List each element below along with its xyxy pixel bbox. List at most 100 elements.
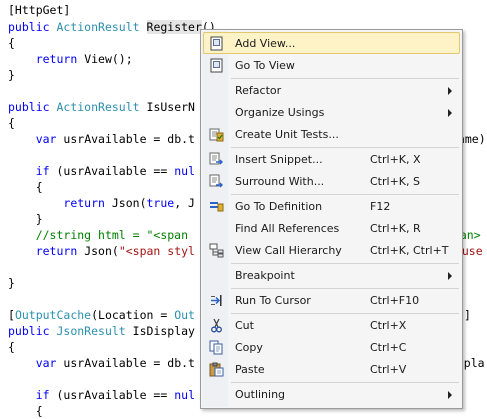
code-line-fragment: ] — [464, 307, 471, 323]
code-string: "<span styl — [118, 244, 195, 258]
code-text: Json( — [84, 244, 119, 258]
menu-item-label: Create Unit Tests... — [235, 128, 339, 141]
code-line: if (usrAvailable == nul — [8, 387, 195, 403]
code-line: return Json("<span styl — [8, 243, 195, 259]
menu-item-breakpoint[interactable]: Breakpoint — [203, 264, 460, 286]
code-type: ActionResult — [56, 100, 140, 114]
code-line: public ActionResult Register() — [8, 19, 216, 35]
menu-item-create-unit-tests[interactable]: Create Unit Tests... — [203, 123, 460, 145]
menu-item-refactor[interactable]: Refactor — [203, 79, 460, 101]
menu-item-surround-with[interactable]: Surround With... Ctrl+K, S — [203, 170, 460, 192]
menu-item-paste[interactable]: Paste Ctrl+V — [203, 358, 460, 380]
code-text: { — [35, 404, 43, 418]
menu-item-view-call-hierarchy[interactable]: View Call Hierarchy Ctrl+K, Ctrl+T — [203, 239, 460, 261]
submenu-arrow-icon — [448, 87, 452, 95]
menu-item-label: Breakpoint — [235, 269, 295, 282]
menu-item-shortcut: Ctrl+X — [370, 319, 407, 332]
menu-item-label: Cut — [235, 319, 254, 332]
menu-item-outlining[interactable]: Outlining — [203, 383, 460, 405]
run-to-cursor-icon — [211, 295, 222, 306]
code-text: } — [35, 212, 43, 226]
code-keyword: nul — [174, 388, 195, 402]
code-line: return View(); — [8, 51, 133, 67]
code-text: { — [8, 116, 15, 130]
code-line: { — [8, 35, 15, 51]
menu-item-go-to-view[interactable]: Go To View — [203, 54, 460, 76]
menu-item-label: Paste — [235, 363, 265, 376]
menu-item-label: Organize Usings — [235, 106, 325, 119]
code-text: [ — [8, 308, 15, 322]
code-keyword: return — [35, 52, 78, 66]
code-keyword: public — [8, 100, 50, 114]
menu-item-shortcut: Ctrl+V — [370, 363, 407, 376]
surround-with-icon — [209, 174, 223, 188]
scissors-icon — [211, 318, 222, 333]
menu-item-find-all-references[interactable]: Find All References Ctrl+K, R — [203, 217, 460, 239]
menu-item-shortcut: Ctrl+K, Ctrl+T — [370, 244, 449, 257]
copy-icon — [209, 340, 223, 355]
code-text: , J — [174, 196, 195, 210]
code-text: IsDisplay — [132, 324, 195, 338]
unit-test-icon — [209, 128, 224, 142]
menu-item-go-to-definition[interactable]: Go To Definition F12 — [203, 195, 460, 217]
code-line: } — [8, 275, 15, 291]
code-keyword: public — [8, 20, 50, 34]
go-to-definition-icon — [210, 202, 224, 212]
code-line: public ActionResult IsUserN — [8, 99, 195, 115]
code-text: ] — [464, 308, 471, 322]
menu-item-shortcut: F12 — [370, 200, 391, 213]
method-name-register: Register — [146, 20, 202, 34]
paste-icon — [209, 362, 224, 377]
code-keyword: return — [63, 196, 105, 210]
code-text: { — [8, 340, 15, 354]
menu-item-shortcut: Ctrl+K, R — [370, 222, 421, 235]
menu-item-label: Outlining — [235, 388, 286, 401]
code-keyword: var — [35, 132, 57, 146]
code-text: View(); — [84, 52, 133, 66]
code-text: (usrAvailable == — [56, 388, 168, 402]
code-line: { — [8, 115, 15, 131]
menu-item-copy[interactable]: Copy Ctrl+C — [203, 336, 460, 358]
menu-item-label: Copy — [235, 341, 263, 354]
menu-item-add-view[interactable]: Add View... — [203, 32, 460, 54]
code-text: (Location = — [91, 308, 175, 322]
code-text: usrAvailable = db.t — [63, 132, 195, 146]
code-line: } — [8, 67, 15, 83]
menu-item-organize-usings[interactable]: Organize Usings — [203, 101, 460, 123]
go-to-view-icon — [210, 58, 223, 73]
code-keyword: nul — [174, 164, 195, 178]
code-text: IsUserN — [146, 100, 195, 114]
menu-item-cut[interactable]: Cut Ctrl+X — [203, 314, 460, 336]
code-keyword: if — [35, 164, 50, 178]
menu-item-label: Find All References — [235, 222, 340, 235]
code-type: ActionResult — [56, 20, 140, 34]
code-line: public JsonResult IsDisplay — [8, 323, 195, 339]
menu-item-insert-snippet[interactable]: Insert Snippet... Ctrl+K, X — [203, 148, 460, 170]
menu-item-label: Go To View — [235, 59, 295, 72]
menu-item-label: View Call Hierarchy — [235, 244, 342, 257]
code-text: usrAvailable = db.t — [63, 356, 195, 370]
code-line: [HttpGet] — [8, 2, 70, 18]
menu-item-label: Surround With... — [235, 175, 325, 188]
code-text: Json( — [111, 196, 147, 210]
code-line: { — [8, 179, 43, 195]
insert-snippet-icon — [209, 152, 223, 165]
menu-item-run-to-cursor[interactable]: Run To Cursor Ctrl+F10 — [203, 289, 460, 311]
code-line: //string html = "<span — [8, 227, 188, 243]
context-menu: Add View... Go To View Refactor Organize… — [200, 29, 463, 409]
code-line: { — [8, 403, 43, 419]
menu-item-label: Run To Cursor — [235, 294, 311, 307]
code-keyword: var — [35, 356, 57, 370]
code-type: JsonResult — [56, 324, 126, 338]
submenu-arrow-icon — [448, 272, 452, 280]
code-keyword: if — [35, 388, 50, 402]
code-line: [OutputCache(Location = Out — [8, 307, 195, 323]
code-text: (usrAvailable == — [56, 164, 168, 178]
code-line: if (usrAvailable == nul — [8, 163, 195, 179]
code-keyword: return — [35, 244, 78, 258]
code-text: } — [8, 68, 15, 82]
code-keyword: true — [146, 196, 175, 210]
menu-item-shortcut: Ctrl+K, S — [370, 175, 420, 188]
menu-item-label: Refactor — [235, 84, 282, 97]
code-text: { — [8, 36, 15, 50]
